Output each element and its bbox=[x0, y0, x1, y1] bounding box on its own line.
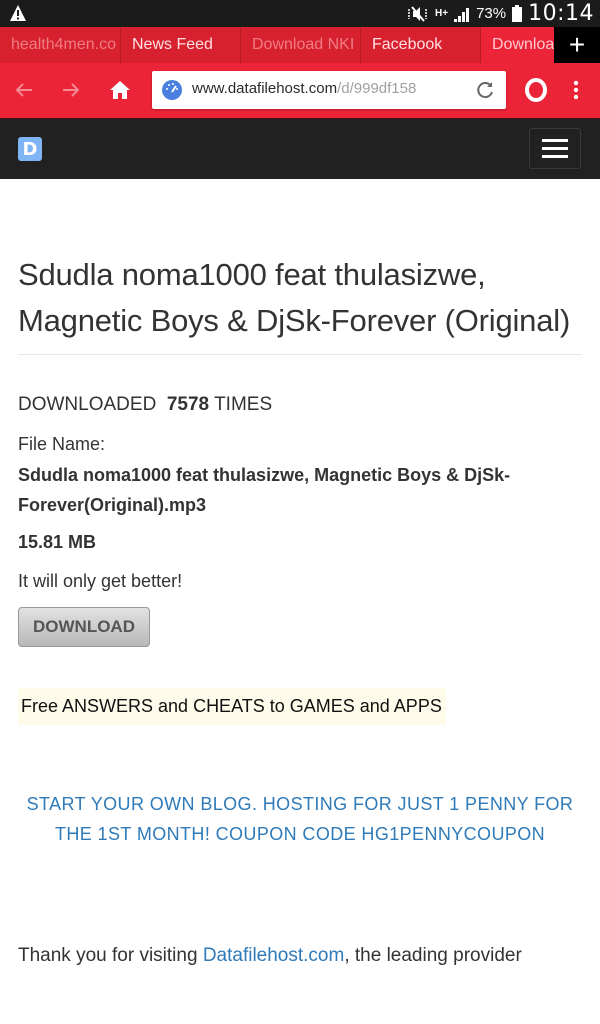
thanks-suffix: , the leading provider bbox=[344, 945, 522, 966]
browser-toolbar: www.datafilehost.com/d/999df158 bbox=[0, 63, 600, 118]
clock: 10:14 bbox=[528, 1, 594, 26]
url-host: www.datafilehost.com bbox=[192, 80, 338, 97]
url-text[interactable]: www.datafilehost.com/d/999df158 bbox=[192, 80, 416, 97]
tab-health4men[interactable]: health4men.co bbox=[0, 27, 121, 63]
opera-menu-button[interactable] bbox=[523, 77, 549, 103]
tab-label: health4men.co bbox=[11, 36, 116, 53]
back-button[interactable] bbox=[11, 77, 37, 103]
download-count: DOWNLOADED 7578 TIMES bbox=[18, 394, 582, 416]
site-logo[interactable]: D bbox=[18, 137, 42, 161]
tab-label: Downloa bbox=[492, 36, 554, 53]
page-content: Sdudla noma1000 feat thulasizwe, Magneti… bbox=[18, 179, 582, 967]
more-options-button[interactable] bbox=[563, 77, 589, 103]
arrow-right-icon bbox=[63, 83, 80, 97]
battery-percent: 73% bbox=[476, 5, 507, 22]
plus-icon: + bbox=[568, 29, 586, 60]
hamburger-icon-bar bbox=[542, 155, 568, 158]
speed-dial-icon bbox=[162, 80, 182, 100]
site-navbar: D bbox=[0, 118, 600, 179]
hamburger-icon-bar bbox=[542, 139, 568, 142]
file-name-label: File Name: bbox=[18, 434, 106, 454]
tab-facebook[interactable]: Facebook bbox=[361, 27, 481, 63]
tab-label: News Feed bbox=[132, 36, 213, 53]
tab-strip: health4men.co News Feed Download NKI Fac… bbox=[0, 27, 600, 63]
tab-label: Download NKI bbox=[252, 36, 355, 53]
tab-label: Facebook bbox=[372, 36, 443, 53]
tab-news-feed[interactable]: News Feed bbox=[121, 27, 241, 63]
thanks-prefix: Thank you for visiting bbox=[18, 945, 203, 966]
datafilehost-link[interactable]: Datafilehost.com bbox=[203, 945, 345, 966]
thanks-text: Thank you for visiting Datafilehost.com,… bbox=[18, 945, 582, 967]
tagline: It will only get better! bbox=[18, 571, 183, 591]
url-path: /d/999df158 bbox=[337, 80, 417, 97]
signal-icon bbox=[454, 7, 470, 22]
status-bar: H+ 73% 10:14 bbox=[0, 0, 600, 27]
battery-icon bbox=[512, 5, 523, 22]
file-name: Sdudla noma1000 feat thulasizwe, Magneti… bbox=[18, 465, 511, 515]
arrow-left-icon bbox=[15, 83, 32, 97]
tab-download-active[interactable]: Downloa bbox=[481, 27, 554, 63]
home-button[interactable] bbox=[107, 77, 133, 103]
download-button[interactable]: DOWNLOAD bbox=[18, 607, 150, 647]
address-bar[interactable]: www.datafilehost.com/d/999df158 bbox=[152, 71, 506, 109]
new-tab-button[interactable]: + bbox=[554, 27, 600, 63]
warning-triangle-icon bbox=[10, 5, 26, 21]
opera-logo-icon bbox=[525, 78, 547, 102]
promo-link[interactable]: Free ANSWERS and CHEATS to GAMES and APP… bbox=[18, 688, 446, 725]
hamburger-icon-bar bbox=[542, 147, 568, 150]
more-vertical-icon bbox=[573, 80, 579, 100]
download-count-value: 7578 bbox=[166, 394, 210, 415]
tab-download-nki[interactable]: Download NKI bbox=[241, 27, 361, 63]
network-type-icon: H+ bbox=[435, 7, 449, 19]
reload-icon[interactable] bbox=[474, 79, 496, 101]
download-count-suffix: TIMES bbox=[214, 394, 273, 415]
mute-vibrate-icon bbox=[408, 5, 427, 22]
forward-button[interactable] bbox=[58, 77, 84, 103]
logo-letter: D bbox=[22, 138, 38, 160]
page-title: Sdudla noma1000 feat thulasizwe, Magneti… bbox=[18, 252, 582, 355]
download-count-prefix: DOWNLOADED bbox=[18, 394, 157, 415]
file-size: 15.81 MB bbox=[18, 532, 97, 552]
blog-hosting-ad[interactable]: START YOUR OWN BLOG. HOSTING FOR JUST 1 … bbox=[18, 789, 582, 849]
home-icon bbox=[110, 81, 130, 99]
menu-toggle-button[interactable] bbox=[529, 128, 581, 169]
